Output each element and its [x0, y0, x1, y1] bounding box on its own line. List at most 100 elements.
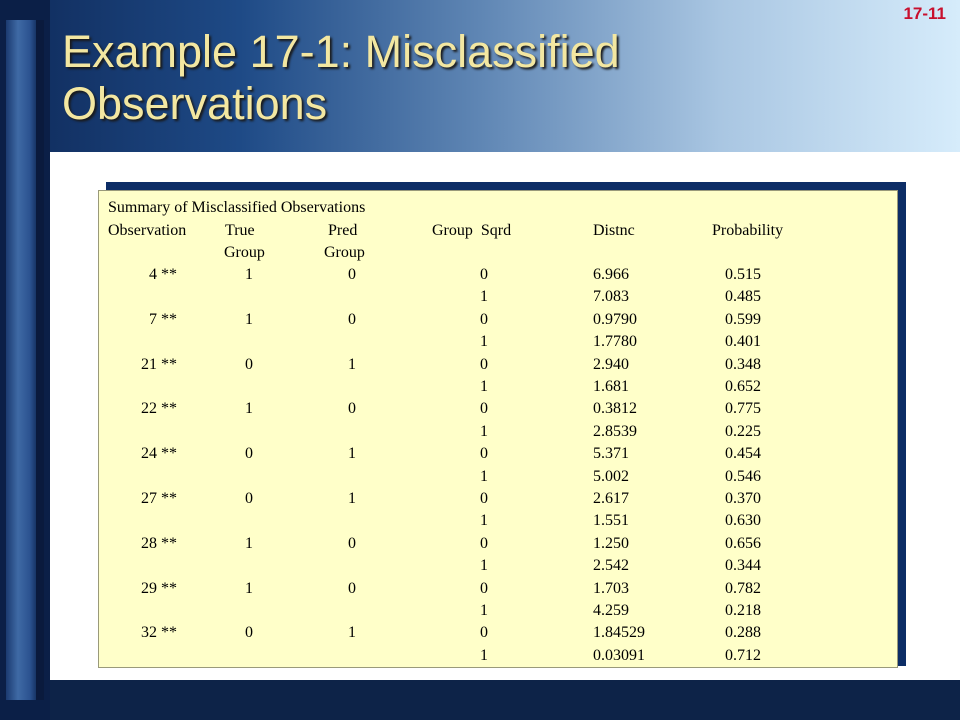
cell-distnc: 1.84529 [593, 624, 645, 642]
cell-probability: 0.599 [725, 310, 761, 328]
table-row: 1 5.002 0.546 [99, 468, 897, 490]
cell-probability: 0.288 [725, 624, 761, 642]
cell-distnc: 2.617 [593, 490, 629, 507]
table-row: 4 ** 1 0 0 6.966 0.515 [99, 266, 897, 288]
table-row: 24 ** 0 1 0 5.371 0.454 [99, 445, 897, 467]
slide-number: 17-11 [903, 4, 946, 23]
cell-probability: 0.656 [725, 534, 761, 552]
cell-group: 0 [480, 490, 488, 507]
cell-group: 1 [480, 467, 488, 485]
header-true-group: Group [224, 244, 265, 261]
cell-group: 1 [480, 422, 488, 440]
table-row: 1 4.259 0.218 [99, 602, 897, 624]
cell-probability: 0.218 [725, 602, 761, 619]
table-row: 22 ** 1 0 0 0.3812 0.775 [99, 400, 897, 422]
left-bar-shadow [36, 20, 44, 700]
header-row-2: Group Group [99, 244, 897, 266]
cell-true-group: 1 [245, 400, 253, 418]
table-row: 1 7.083 0.485 [99, 288, 897, 310]
cell-probability: 0.782 [725, 579, 761, 597]
cell-distnc: 0.3812 [593, 400, 637, 418]
cell-probability: 0.454 [725, 445, 761, 463]
cell-observation: 28 ** [141, 534, 177, 552]
cell-pred-group: 0 [348, 310, 356, 328]
slide: 17-11 Example 17-1: Misclassified Observ… [0, 0, 960, 720]
cell-group: 1 [480, 646, 488, 664]
table-row: 1 0.03091 0.712 [99, 647, 897, 669]
cell-probability: 0.370 [725, 490, 761, 507]
cell-group: 0 [480, 445, 488, 463]
title-line-1: Example 17-1: Misclassified [62, 26, 620, 77]
cell-distnc: 1.250 [593, 534, 629, 552]
bottom-bar [50, 680, 960, 720]
cell-distnc: 1.551 [593, 512, 629, 530]
cell-observation: 7 ** [149, 310, 177, 328]
header-probability: Probability [712, 222, 784, 239]
cell-probability: 0.515 [725, 266, 761, 283]
cell-observation: 21 ** [141, 355, 177, 373]
cell-group: 0 [480, 310, 488, 328]
cell-distnc: 4.259 [593, 602, 629, 619]
left-bar-stripe [6, 20, 36, 700]
header-distnc: Distnc [593, 222, 635, 239]
cell-group: 0 [480, 579, 488, 597]
table-row: 29 ** 1 0 0 1.703 0.782 [99, 580, 897, 602]
cell-observation: 24 ** [141, 445, 177, 463]
cell-distnc: 2.542 [593, 557, 629, 575]
cell-probability: 0.344 [725, 557, 761, 575]
table-caption: Summary of Misclassified Observations [108, 199, 366, 216]
cell-distnc: 0.03091 [593, 646, 645, 664]
header-row-1: Observation True Pred Group Sqrd Distnc … [99, 222, 897, 244]
cell-group: 1 [480, 288, 488, 306]
cell-pred-group: 0 [348, 266, 356, 283]
cell-observation: 29 ** [141, 579, 177, 597]
cell-distnc: 6.966 [593, 266, 629, 283]
cell-true-group: 1 [245, 266, 253, 283]
cell-group: 0 [480, 266, 488, 283]
cell-probability: 0.652 [725, 378, 761, 395]
header-pred: Pred [328, 222, 358, 239]
cell-observation: 22 ** [141, 400, 177, 418]
cell-pred-group: 1 [348, 624, 356, 642]
slide-title: Example 17-1: Misclassified Observations [62, 26, 782, 130]
title-line-2: Observations [62, 78, 328, 129]
cell-true-group: 1 [245, 579, 253, 597]
cell-pred-group: 0 [348, 400, 356, 418]
table-row: 1 2.542 0.344 [99, 557, 897, 579]
cell-distnc: 0.9790 [593, 310, 637, 328]
cell-group: 1 [480, 512, 488, 530]
cell-distnc: 7.083 [593, 288, 629, 306]
table-row: 21 ** 0 1 0 2.940 0.348 [99, 356, 897, 378]
cell-group: 0 [480, 355, 488, 373]
cell-probability: 0.225 [725, 422, 761, 440]
table-box: Summary of Misclassified Observations Ob… [98, 190, 898, 668]
cell-distnc: 5.002 [593, 467, 629, 485]
cell-probability: 0.401 [725, 333, 761, 351]
cell-probability: 0.485 [725, 288, 761, 306]
table-row: 28 ** 1 0 0 1.250 0.656 [99, 535, 897, 557]
cell-group: 1 [480, 333, 488, 351]
cell-group: 1 [480, 557, 488, 575]
cell-true-group: 1 [245, 534, 253, 552]
cell-distnc: 5.371 [593, 445, 629, 463]
cell-true-group: 0 [245, 490, 253, 507]
header-true: True [225, 222, 255, 239]
cell-observation: 32 ** [141, 624, 177, 642]
cell-probability: 0.348 [725, 355, 761, 373]
table-row: 1 1.7780 0.401 [99, 333, 897, 355]
cell-distnc: 2.940 [593, 355, 629, 373]
cell-pred-group: 1 [348, 445, 356, 463]
cell-observation: 27 ** [141, 490, 177, 507]
cell-probability: 0.775 [725, 400, 761, 418]
cell-distnc: 2.8539 [593, 422, 637, 440]
cell-distnc: 1.681 [593, 378, 629, 395]
cell-group: 1 [480, 602, 488, 619]
cell-distnc: 1.7780 [593, 333, 637, 351]
cell-probability: 0.546 [725, 467, 761, 485]
table-row: 1 1.551 0.630 [99, 512, 897, 534]
header-observation: Observation [108, 222, 187, 239]
header-pred-group: Group [324, 244, 365, 261]
cell-distnc: 1.703 [593, 579, 629, 597]
cell-pred-group: 1 [348, 355, 356, 373]
table-row: 7 ** 1 0 0 0.9790 0.599 [99, 311, 897, 333]
